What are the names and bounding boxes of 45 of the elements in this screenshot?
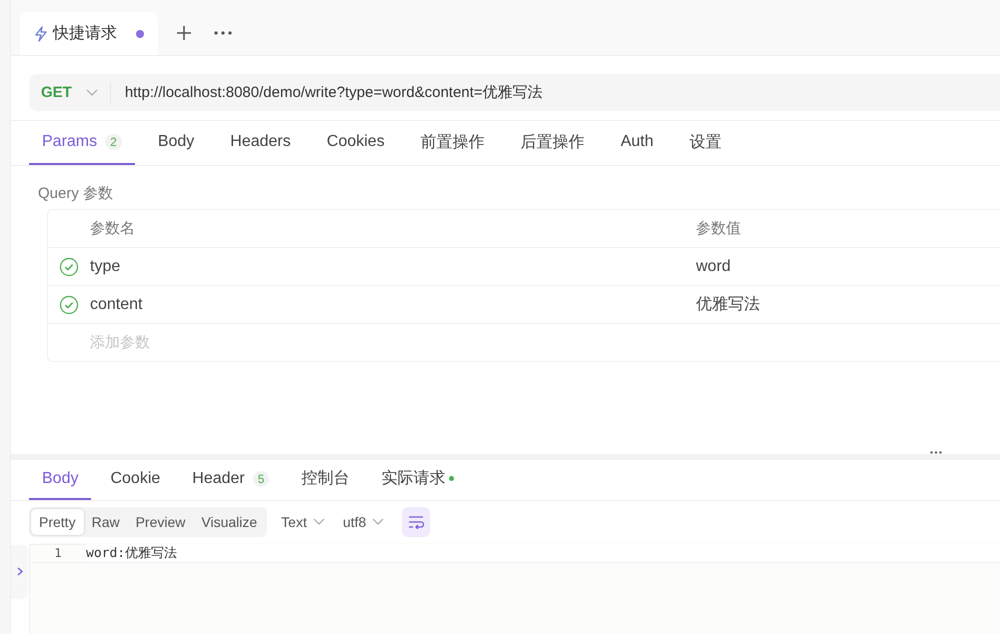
word-wrap-button[interactable] bbox=[402, 506, 430, 536]
add-tab-icon[interactable] bbox=[176, 25, 192, 41]
section-tab[interactable]: Headers bbox=[217, 121, 304, 165]
count-badge: 2 bbox=[105, 134, 122, 150]
section-tab[interactable]: 后置操作 bbox=[508, 121, 598, 165]
count-badge: 5 bbox=[252, 470, 270, 486]
lightning-icon bbox=[34, 26, 48, 42]
expand-handle[interactable] bbox=[11, 544, 28, 598]
checkbox[interactable] bbox=[59, 294, 79, 314]
column-header: 参数值 bbox=[696, 219, 741, 238]
response-tab[interactable]: Body bbox=[29, 460, 92, 500]
section-tab[interactable]: 前置操作 bbox=[408, 121, 498, 165]
section-tab[interactable]: Body bbox=[144, 121, 208, 165]
view-mode-button[interactable]: Visualize bbox=[193, 508, 266, 534]
section-title: Query 参数 bbox=[37, 184, 114, 204]
drag-handle-icon[interactable] bbox=[930, 450, 942, 454]
encoding-select[interactable]: utf8 bbox=[342, 514, 384, 530]
section-tab[interactable]: Auth bbox=[608, 121, 666, 165]
section-tab[interactable]: Cookies bbox=[314, 121, 398, 165]
url-field[interactable]: http://localhost:8080/demo/write?type=word&content=优雅写法 bbox=[110, 83, 543, 102]
response-tab[interactable]: 实际请求 bbox=[368, 460, 468, 500]
view-mode-button[interactable]: Preview bbox=[128, 508, 194, 534]
wrap-icon bbox=[408, 514, 424, 528]
input-field[interactable]: 添加参数 bbox=[90, 334, 390, 351]
view-mode-button[interactable]: Raw bbox=[84, 508, 128, 534]
format-select[interactable]: Text bbox=[281, 514, 325, 530]
view-mode-button[interactable]: Pretty bbox=[31, 508, 84, 534]
response-tab[interactable]: Cookie bbox=[97, 460, 174, 500]
response-tab[interactable]: 控制台 bbox=[288, 460, 362, 500]
caret-icon bbox=[312, 518, 325, 526]
table-cell-text: 优雅写法 bbox=[696, 294, 760, 315]
table-cell: word bbox=[696, 258, 731, 276]
table-cell-text: content bbox=[90, 296, 144, 314]
table-cell-text: type bbox=[90, 258, 122, 276]
section-tab[interactable]: Params 2 bbox=[29, 121, 135, 165]
section-tab[interactable]: 设置 bbox=[676, 121, 734, 165]
response-tab[interactable]: Header 5 bbox=[179, 460, 282, 500]
caret-icon bbox=[86, 88, 98, 96]
request-tab[interactable]: 快捷请求 bbox=[20, 12, 158, 55]
column-header: 参数名 bbox=[90, 219, 136, 238]
caret-icon bbox=[372, 518, 384, 526]
checkbox[interactable] bbox=[59, 256, 79, 276]
more-icon[interactable] bbox=[214, 31, 232, 35]
chevron-right-icon bbox=[16, 567, 22, 576]
unsaved-dot bbox=[136, 30, 144, 38]
